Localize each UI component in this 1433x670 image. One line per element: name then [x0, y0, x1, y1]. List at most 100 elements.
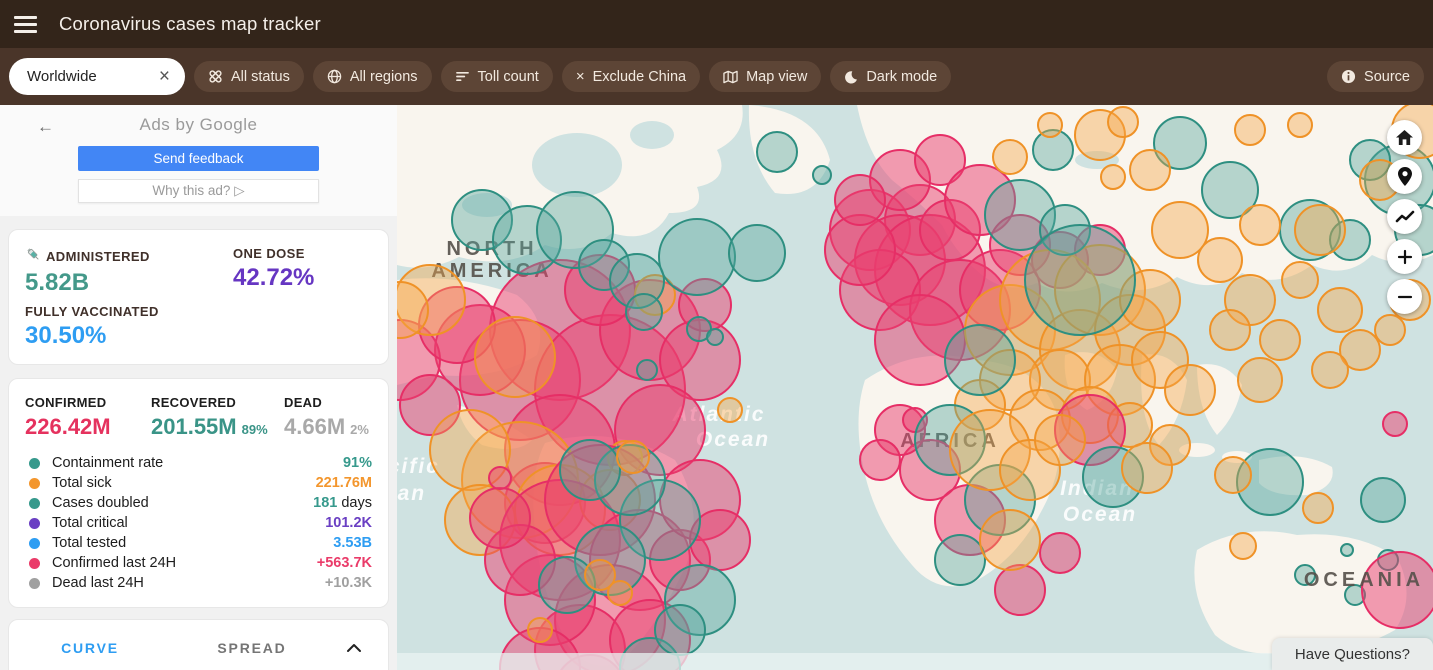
case-bubble[interactable]: [637, 360, 657, 380]
case-bubble[interactable]: [489, 467, 511, 489]
zoom-in-button[interactable]: [1387, 239, 1422, 274]
syringe-icon: [25, 246, 42, 266]
chip-label: Map view: [746, 69, 807, 85]
map-label-ocean: Ocean: [1063, 503, 1137, 526]
confirmed-value: 226.42M: [25, 414, 151, 440]
menu-icon[interactable]: [14, 16, 37, 33]
case-bubble[interactable]: [1282, 262, 1318, 298]
recovered-label: RECOVERED: [151, 395, 284, 410]
case-bubble[interactable]: [729, 225, 785, 281]
stat-suffix: days: [337, 495, 372, 511]
case-bubble[interactable]: [560, 440, 620, 500]
case-bubble[interactable]: [718, 398, 742, 422]
case-bubble[interactable]: [1122, 443, 1172, 493]
case-bubble[interactable]: [1295, 205, 1345, 255]
chip-source[interactable]: Source: [1327, 61, 1424, 92]
home-button[interactable]: [1387, 120, 1422, 155]
case-bubble[interactable]: [1108, 107, 1138, 137]
back-arrow-icon[interactable]: ←: [37, 117, 54, 137]
chip-toll-count[interactable]: Toll count: [441, 61, 553, 92]
case-bubble[interactable]: [608, 581, 632, 605]
have-questions-button[interactable]: Have Questions?: [1272, 638, 1433, 670]
case-bubble[interactable]: [1040, 533, 1080, 573]
stat-dot-icon: [29, 478, 40, 489]
stat-dot-icon: [29, 558, 40, 569]
case-bubble[interactable]: [475, 317, 555, 397]
stat-value: +10.3K: [325, 575, 372, 591]
case-bubble[interactable]: [1361, 478, 1405, 522]
chip-label: All status: [231, 69, 290, 85]
tab-curve[interactable]: CURVE: [9, 640, 171, 656]
case-bubble[interactable]: [1165, 365, 1215, 415]
case-bubble[interactable]: [617, 441, 649, 473]
case-bubble[interactable]: [835, 175, 885, 225]
map-label-ocean: Ocean: [397, 482, 426, 505]
locate-marker-button[interactable]: [1387, 159, 1422, 194]
case-bubble[interactable]: [539, 557, 595, 613]
case-bubble[interactable]: [1375, 315, 1405, 345]
tab-spread[interactable]: SPREAD: [171, 640, 333, 656]
case-bubble[interactable]: [1383, 412, 1407, 436]
stat-label: Total critical: [52, 515, 128, 531]
case-bubble[interactable]: [1101, 165, 1125, 189]
case-bubble[interactable]: [1198, 238, 1242, 282]
chip-map-view[interactable]: Map view: [709, 61, 821, 92]
search-value: Worldwide: [27, 68, 97, 85]
case-bubble[interactable]: [1035, 415, 1085, 465]
trend-chart-button[interactable]: [1387, 199, 1422, 234]
zoom-out-button[interactable]: [1387, 279, 1422, 314]
case-bubble[interactable]: [1238, 358, 1282, 402]
case-bubble[interactable]: [757, 132, 797, 172]
case-bubble[interactable]: [655, 605, 705, 655]
case-bubble[interactable]: [1025, 225, 1135, 335]
case-bubble[interactable]: [935, 535, 985, 585]
clear-search-icon[interactable]: ×: [159, 67, 170, 86]
collapse-chevron-icon[interactable]: [346, 643, 362, 653]
search-pill[interactable]: Worldwide ×: [9, 58, 185, 95]
case-bubble[interactable]: [1288, 113, 1312, 137]
case-bubble[interactable]: [1235, 115, 1265, 145]
case-bubble[interactable]: [1260, 320, 1300, 360]
case-bubble[interactable]: [813, 166, 831, 184]
case-bubble[interactable]: [1130, 150, 1170, 190]
dead-label: DEAD: [284, 395, 372, 410]
case-bubble[interactable]: [860, 440, 900, 480]
case-bubble[interactable]: [1312, 352, 1348, 388]
case-bubble[interactable]: [1210, 310, 1250, 350]
send-feedback-button[interactable]: Send feedback: [78, 146, 319, 171]
case-bubble[interactable]: [1240, 205, 1280, 245]
ads-by-google-label: Ads by Google: [0, 115, 397, 135]
case-bubble[interactable]: [1341, 544, 1353, 556]
stat-value: 221.76M: [316, 475, 372, 491]
case-bubble[interactable]: [707, 329, 723, 345]
case-bubble[interactable]: [528, 618, 552, 642]
case-bubble[interactable]: [995, 565, 1045, 615]
chip-all-status[interactable]: All status: [194, 61, 304, 92]
stat-row: Total tested3.53B: [25, 533, 372, 553]
chip-dark-mode[interactable]: Dark mode: [830, 61, 951, 92]
case-bubble[interactable]: [470, 488, 530, 548]
stat-label: Total sick: [52, 475, 112, 491]
case-bubble[interactable]: [659, 219, 735, 295]
why-this-ad-button[interactable]: Why this ad? ▷: [78, 179, 319, 203]
moon-icon: [844, 70, 858, 84]
chip-all-regions[interactable]: All regions: [313, 61, 432, 92]
case-bubble[interactable]: [1215, 457, 1251, 493]
case-bubble[interactable]: [1038, 113, 1062, 137]
world-map[interactable]: NORTHAMERICAAtlanticOceanPacificOceanInd…: [397, 105, 1433, 670]
case-bubble[interactable]: [1303, 493, 1333, 523]
stat-label: Containment rate: [52, 455, 163, 471]
case-bubble[interactable]: [1318, 288, 1362, 332]
chart-panel: CURVE SPREAD: [8, 619, 389, 670]
chip-exclude-china[interactable]: ×Exclude China: [562, 61, 700, 92]
fully-vaccinated-label: FULLY VACCINATED: [25, 304, 233, 319]
stat-label: Total tested: [52, 535, 126, 551]
case-bubble[interactable]: [1230, 533, 1256, 559]
stat-dot-icon: [29, 578, 40, 589]
stat-dot-icon: [29, 518, 40, 529]
play-icon: ▷: [234, 183, 244, 198]
case-bubble[interactable]: [980, 510, 1040, 570]
case-bubble[interactable]: [945, 325, 1015, 395]
case-bubble[interactable]: [626, 294, 662, 330]
case-bubble[interactable]: [993, 140, 1027, 174]
